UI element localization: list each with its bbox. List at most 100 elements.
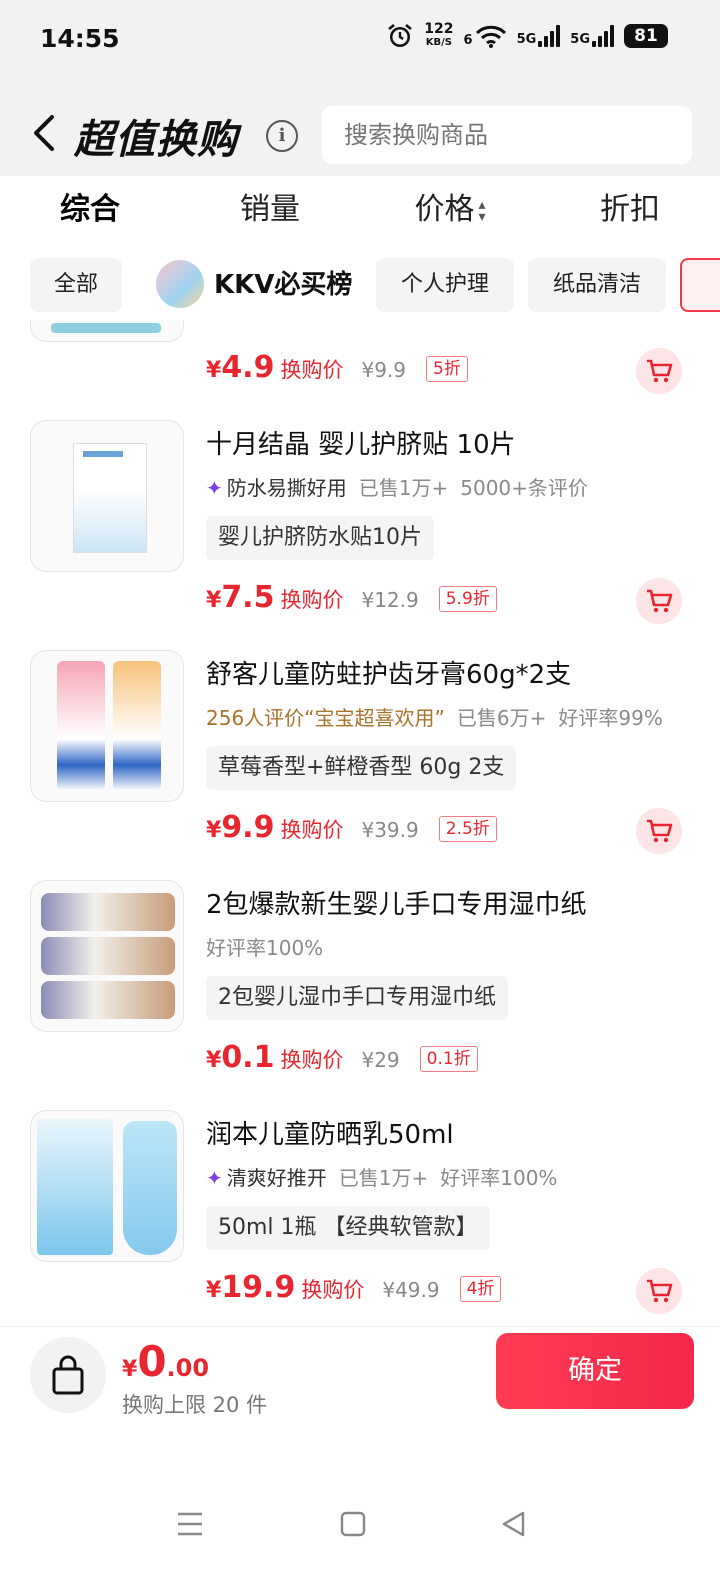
exchange-price: 19.9: [221, 1270, 296, 1305]
battery-indicator: 81: [624, 24, 668, 48]
price-label: 换购价: [301, 1278, 365, 1302]
currency-symbol: ¥: [206, 358, 222, 383]
home-square-icon[interactable]: [340, 1510, 366, 1538]
info-icon[interactable]: i: [266, 120, 298, 152]
currency-symbol: ¥: [206, 1278, 222, 1303]
price-label: 换购价: [280, 818, 344, 842]
tab-sales[interactable]: 销量: [180, 176, 360, 244]
price-label: 换购价: [280, 358, 344, 382]
category-personal-care[interactable]: 个人护理: [376, 258, 514, 312]
product-image: [30, 880, 184, 1032]
price-row: ¥0.1 换购价 ¥29 0.1折: [206, 1040, 478, 1075]
price-label: 换购价: [280, 1048, 344, 1072]
add-to-cart-icon[interactable]: [636, 348, 682, 394]
category-next-partial[interactable]: [680, 258, 720, 312]
product-tags: ✦ 防水易撕好用 已售1万+ 5000+条评价: [206, 472, 588, 501]
product-spec[interactable]: 2包婴儿湿巾手口专用湿巾纸: [206, 976, 508, 1020]
sold-count: 已售6万+: [456, 706, 547, 730]
confirm-button[interactable]: 确定: [496, 1333, 694, 1409]
price-label: 换购价: [280, 588, 344, 612]
product-spec[interactable]: 50ml 1瓶 【经典软管款】: [206, 1206, 490, 1250]
search-input[interactable]: [322, 106, 692, 164]
product-tags: 256人评价“宝宝超喜欢用” 已售6万+ 好评率99%: [206, 702, 663, 731]
shopping-bag-icon[interactable]: [30, 1337, 106, 1413]
product-image: [30, 1110, 184, 1262]
checkout-bar: ¥0.00 换购上限 20 件 确定: [0, 1326, 720, 1436]
exchange-limit: 换购上限 20 件: [122, 1393, 268, 1417]
sold-count: 已售1万+: [338, 1166, 429, 1190]
product-name: 十月结晶 婴儿护脐贴 10片: [206, 430, 516, 460]
product-item[interactable]: 2包爆款新生婴儿手口专用湿巾纸 好评率100% 2包婴儿湿巾手口专用湿巾纸 ¥0…: [0, 880, 720, 1110]
discount-badge: 0.1折: [419, 1046, 478, 1072]
tag-highlight: 防水易撕好用: [226, 476, 347, 500]
original-price: ¥29: [361, 1048, 400, 1072]
product-spec[interactable]: 婴儿护脐防水贴10片: [206, 516, 434, 560]
status-icons: 122 KB/S 6 5G 5G 81: [386, 22, 668, 50]
menu-icon[interactable]: [176, 1510, 204, 1538]
discount-badge: 5折: [426, 356, 468, 382]
product-name: 舒客儿童防蛀护齿牙膏60g*2支: [206, 660, 572, 690]
status-time: 14:55: [40, 24, 120, 53]
sort-tabs: 综合 销量 价格 ▴ ▾ 折扣: [0, 176, 720, 244]
original-price: ¥49.9: [382, 1278, 440, 1302]
signal-2-label: 5G: [570, 32, 590, 47]
review-count: 好评率99%: [558, 706, 663, 730]
tab-label: 综合: [60, 192, 120, 227]
page-header: 超值换购 i: [0, 80, 720, 176]
category-kkv-bestsellers[interactable]: KKV必买榜: [156, 258, 366, 312]
review-count: 5000+条评价: [460, 476, 588, 500]
net-speed: 122 KB/S: [424, 22, 453, 50]
exchange-price: 0.1: [221, 1040, 275, 1075]
category-kkv-label: KKV必买榜: [214, 270, 353, 300]
tag-highlight: 清爽好推开: [226, 1166, 327, 1190]
exchange-price: 7.5: [221, 580, 275, 615]
sort-arrows-icon: ▴ ▾: [478, 196, 486, 225]
review-count: 好评率100%: [440, 1166, 558, 1190]
total-price: ¥0.00: [122, 1337, 209, 1386]
product-item[interactable]: 十月结晶 婴儿护脐贴 10片 ✦ 防水易撕好用 已售1万+ 5000+条评价 婴儿护脐…: [0, 420, 720, 650]
tab-price[interactable]: 价格 ▴ ▾: [360, 176, 540, 244]
add-to-cart-icon[interactable]: [636, 578, 682, 624]
product-spec[interactable]: 草莓香型+鲜橙香型 60g 2支: [206, 746, 517, 790]
product-list: ¥4.9 换购价 ¥9.9 5折 十月结晶 婴儿护脐贴 10片 ✦ 防水易撕好用 已售1万…: [0, 320, 720, 1325]
tab-discount[interactable]: 折扣: [540, 176, 720, 244]
tab-label: 折扣: [600, 192, 660, 227]
sparkle-icon: ✦: [206, 476, 223, 500]
product-name: 润本儿童防晒乳50ml: [206, 1120, 454, 1150]
product-item[interactable]: 舒客儿童防蛀护齿牙膏60g*2支 256人评价“宝宝超喜欢用” 已售6万+ 好评率9…: [0, 650, 720, 880]
currency-symbol: ¥: [206, 1048, 222, 1073]
exchange-price: 4.9: [221, 350, 275, 385]
wifi-icon: [475, 25, 506, 48]
kkv-thumbnail: [156, 259, 204, 308]
signal-1-label: 5G: [516, 32, 537, 47]
price-row: ¥19.9 换购价 ¥49.9 4折: [206, 1270, 502, 1305]
signal-1: 5G: [517, 25, 561, 47]
tag-highlight: 256人评价“宝宝超喜欢用”: [206, 706, 445, 730]
back-triangle-icon[interactable]: [500, 1510, 526, 1538]
alarm-icon: [388, 23, 413, 47]
exchange-price: 9.9: [221, 810, 275, 845]
discount-badge: 5.9折: [438, 586, 497, 612]
signal-2-bars-icon: [592, 25, 614, 47]
currency-symbol: ¥: [206, 818, 222, 843]
product-item[interactable]: 润本儿童防晒乳50ml ✦ 清爽好推开 已售1万+ 好评率100% 50ml 1瓶 【…: [0, 1110, 720, 1325]
price-row: ¥7.5 换购价 ¥12.9 5.9折: [206, 580, 497, 615]
status-bar: 14:55 122 KB/S 6 5G 5G 81: [0, 0, 720, 80]
review-rate: 好评率100%: [206, 936, 324, 960]
total-currency: ¥: [122, 1357, 138, 1382]
discount-badge: 4折: [459, 1276, 502, 1302]
category-all[interactable]: 全部: [30, 258, 122, 312]
page-title: 超值换购: [74, 117, 238, 163]
product-image: [30, 420, 184, 572]
system-nav-bar: [0, 1436, 720, 1584]
wifi-indicator: 6: [464, 24, 507, 48]
add-to-cart-icon[interactable]: [636, 1268, 682, 1314]
original-price: ¥12.9: [361, 588, 419, 612]
wifi-badge: 6: [463, 33, 473, 48]
product-item[interactable]: ¥4.9 换购价 ¥9.9 5折: [0, 320, 720, 420]
category-paper-cleaning[interactable]: 纸品清洁: [528, 258, 666, 312]
chevron-left-icon[interactable]: [30, 114, 58, 152]
add-to-cart-icon[interactable]: [636, 808, 682, 854]
tab-comprehensive[interactable]: 综合: [0, 176, 180, 244]
discount-badge: 2.5折: [438, 816, 497, 842]
